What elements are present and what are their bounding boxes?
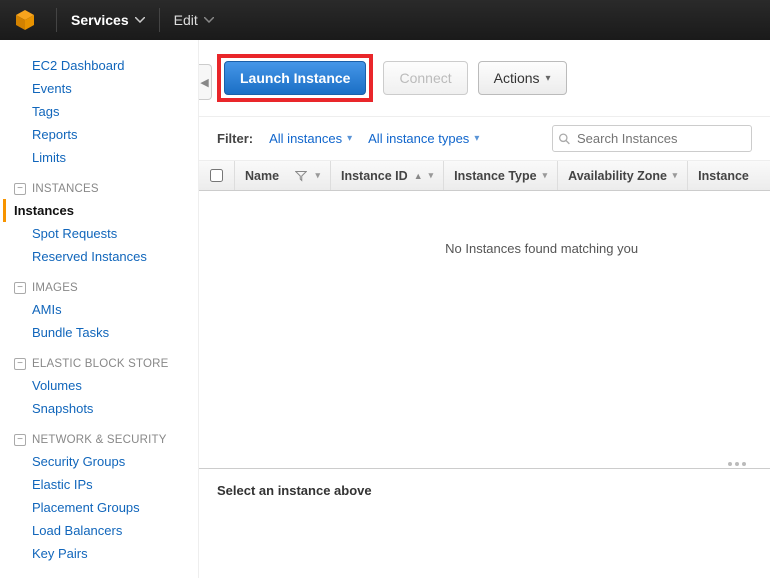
- sidebar-collapse-tab[interactable]: ◀: [198, 64, 212, 100]
- col-instance-state-label: Instance: [698, 169, 749, 183]
- sort-asc-icon: ▲: [414, 171, 423, 181]
- sidebar: EC2 Dashboard Events Tags Reports Limits…: [0, 40, 198, 578]
- actions-menu-button[interactable]: Actions ▾: [478, 61, 567, 95]
- filter-label: Filter:: [217, 131, 253, 146]
- section-title: IMAGES: [32, 282, 78, 294]
- chevron-down-icon: ▾: [474, 133, 479, 144]
- pane-resize-handle[interactable]: [199, 460, 770, 468]
- collapse-toggle[interactable]: −: [14, 358, 26, 370]
- chevron-down-icon: ▾: [347, 133, 352, 144]
- sidebar-link-tags[interactable]: Tags: [32, 100, 198, 123]
- col-instance-type-label: Instance Type: [454, 169, 536, 183]
- chevron-down-icon: ▾: [429, 170, 434, 181]
- chevron-down-icon: [204, 17, 214, 23]
- col-name-label: Name: [245, 169, 279, 183]
- chevron-down-icon: ▾: [543, 170, 548, 181]
- sidebar-link-reports[interactable]: Reports: [32, 123, 198, 146]
- top-nav: Services Edit: [0, 0, 770, 40]
- divider: [56, 8, 57, 32]
- sidebar-link-elastic-ips[interactable]: Elastic IPs: [32, 473, 198, 496]
- sidebar-link-security-groups[interactable]: Security Groups: [32, 450, 198, 473]
- filter-bar: Filter: All instances ▾ All instance typ…: [199, 116, 770, 161]
- sidebar-link-events[interactable]: Events: [32, 77, 198, 100]
- sidebar-link-limits[interactable]: Limits: [32, 146, 198, 169]
- sidebar-link-reserved-instances[interactable]: Reserved Instances: [32, 245, 198, 268]
- launch-instance-label: Launch Instance: [240, 70, 350, 86]
- edit-label: Edit: [174, 12, 198, 28]
- sidebar-link-placement-groups[interactable]: Placement Groups: [32, 496, 198, 519]
- sidebar-link-spot-requests[interactable]: Spot Requests: [32, 222, 198, 245]
- section-title: ELASTIC BLOCK STORE: [32, 358, 169, 370]
- sidebar-section-images: − IMAGES: [14, 282, 198, 294]
- collapse-toggle[interactable]: −: [14, 183, 26, 195]
- filter-all-instances[interactable]: All instances ▾: [269, 131, 352, 146]
- aws-logo[interactable]: [12, 7, 38, 33]
- sidebar-link-instances[interactable]: Instances: [3, 199, 198, 222]
- toolbar: Launch Instance Connect Actions ▾: [199, 40, 770, 116]
- table-body: No Instances found matching you: [199, 191, 770, 460]
- filter-icon: [295, 170, 307, 182]
- sidebar-link-volumes[interactable]: Volumes: [32, 374, 198, 397]
- search-icon: [558, 132, 571, 145]
- filter-all-instance-types[interactable]: All instance types ▾: [368, 131, 479, 146]
- column-instance-state[interactable]: Instance: [688, 161, 770, 190]
- sidebar-link-bundle-tasks[interactable]: Bundle Tasks: [32, 321, 198, 344]
- search-input[interactable]: [552, 125, 752, 152]
- collapse-toggle[interactable]: −: [14, 434, 26, 446]
- chevron-down-icon: ▾: [546, 73, 551, 84]
- sidebar-link-amis[interactable]: AMIs: [32, 298, 198, 321]
- column-availability-zone[interactable]: Availability Zone ▾: [558, 161, 688, 190]
- col-instance-id-label: Instance ID: [341, 169, 408, 183]
- divider: [159, 8, 160, 32]
- services-menu[interactable]: Services: [61, 6, 155, 34]
- filter-all-instance-types-label: All instance types: [368, 131, 469, 146]
- main-panel: ◀ Launch Instance Connect Actions ▾ Filt…: [198, 40, 770, 578]
- services-label: Services: [71, 12, 129, 28]
- cube-icon: [13, 8, 37, 32]
- chevron-down-icon: ▾: [673, 170, 678, 181]
- connect-button: Connect: [383, 61, 467, 95]
- sidebar-section-ebs: − ELASTIC BLOCK STORE: [14, 358, 198, 370]
- search-box: [552, 125, 752, 152]
- column-name[interactable]: Name ▾: [235, 161, 331, 190]
- collapse-toggle[interactable]: −: [14, 282, 26, 294]
- empty-state-message: No Instances found matching you: [445, 241, 638, 256]
- chevron-down-icon: ▾: [315, 170, 320, 181]
- launch-instance-button[interactable]: Launch Instance: [224, 61, 366, 95]
- highlight-annotation: Launch Instance: [217, 54, 373, 102]
- actions-label: Actions: [494, 70, 540, 86]
- sidebar-link-load-balancers[interactable]: Load Balancers: [32, 519, 198, 542]
- select-all-checkbox[interactable]: [210, 169, 223, 182]
- edit-menu[interactable]: Edit: [164, 6, 224, 34]
- section-title: INSTANCES: [32, 183, 99, 195]
- chevron-down-icon: [135, 17, 145, 23]
- sidebar-section-instances: − INSTANCES: [14, 183, 198, 195]
- col-az-label: Availability Zone: [568, 169, 667, 183]
- sidebar-link-key-pairs[interactable]: Key Pairs: [32, 542, 198, 565]
- column-instance-id[interactable]: Instance ID ▲ ▾: [331, 161, 444, 190]
- sidebar-section-network: − NETWORK & SECURITY: [14, 434, 198, 446]
- detail-hint: Select an instance above: [217, 483, 752, 498]
- detail-pane: Select an instance above: [199, 468, 770, 578]
- column-instance-type[interactable]: Instance Type ▾: [444, 161, 558, 190]
- table-header: Name ▾ Instance ID ▲ ▾ Instance Type ▾ A…: [199, 161, 770, 191]
- sidebar-link-snapshots[interactable]: Snapshots: [32, 397, 198, 420]
- column-checkbox[interactable]: [199, 161, 235, 190]
- connect-label: Connect: [399, 70, 451, 86]
- sidebar-link-dashboard[interactable]: EC2 Dashboard: [32, 54, 198, 77]
- section-title: NETWORK & SECURITY: [32, 434, 167, 446]
- filter-all-instances-label: All instances: [269, 131, 342, 146]
